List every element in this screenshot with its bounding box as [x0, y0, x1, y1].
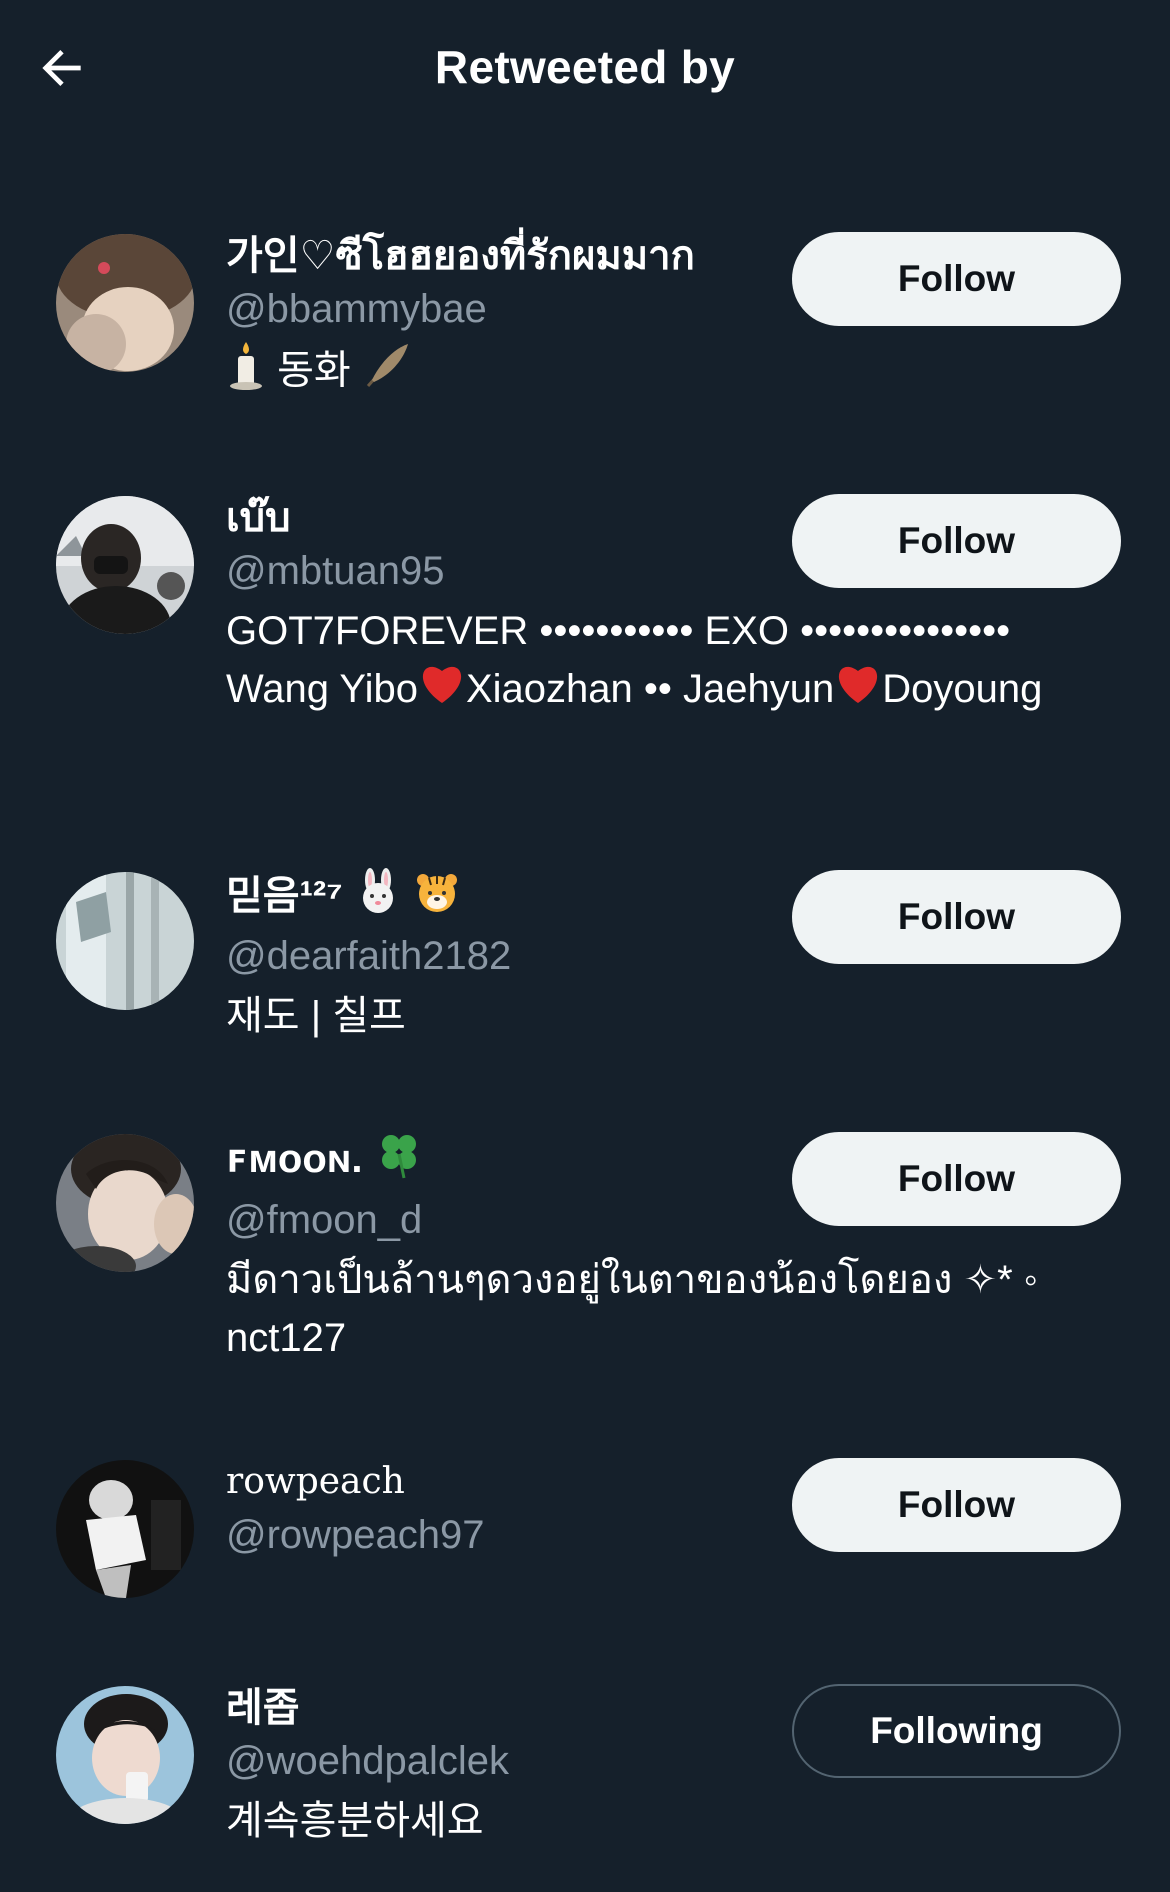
follow-button[interactable]: Follow [792, 1458, 1121, 1552]
avatar[interactable] [56, 1686, 194, 1824]
user-bio: มีดาวเป็นล้านๆดวงอยู่ในตาของน้องโดยอง ✧*… [226, 1258, 1038, 1360]
avatar[interactable] [56, 1134, 194, 1272]
avatar[interactable] [56, 234, 194, 372]
user-handle: @bbammybae [226, 287, 487, 331]
avatar[interactable] [56, 496, 194, 634]
red-heart-icon [418, 661, 466, 721]
user-display-name: 믿음¹²⁷ [226, 868, 786, 929]
candle-icon [226, 340, 266, 406]
list-item[interactable]: เบ๊บ @mbtuan95 GOT7FOREVER ••••••••••• E… [0, 472, 1170, 848]
list-item[interactable]: rowpeach @rowpeach97 Follow [0, 1436, 1170, 1662]
avatar[interactable] [56, 872, 194, 1010]
list-item[interactable]: 레좁 @woehdpalclek 계속흥분하세요 Following [0, 1662, 1170, 1892]
red-heart-icon [834, 661, 882, 721]
tiger-face-icon [413, 868, 461, 929]
user-display-name: เบ๊บ [226, 496, 291, 540]
user-bio: GOT7FOREVER ••••••••••• EXO ••••••••••••… [226, 602, 1056, 721]
feather-icon [362, 340, 412, 406]
retweeters-list: 가인♡ซีโฮฮยองที่รักผมมาก @bbammybae 동화 Fol… [0, 210, 1170, 1892]
top-bar: Retweeted by [0, 0, 1170, 140]
user-display-name: rowpeach [226, 1461, 405, 1502]
user-display-name: 레좁 [226, 1686, 300, 1730]
user-bio: 재도 | 칠프 [226, 994, 406, 1038]
user-display-name: 가인♡ซีโฮฮยองที่รักผมมาก [226, 234, 695, 278]
follow-button[interactable]: Follow [792, 870, 1121, 964]
list-item[interactable]: 믿음¹²⁷ @dearfaith2182 재도 | 칠프 Follow [0, 848, 1170, 1110]
user-handle: @dearfaith2182 [226, 934, 512, 978]
follow-button[interactable]: Follow [792, 1132, 1121, 1226]
four-leaf-clover-icon [374, 1130, 424, 1193]
user-handle: @fmoon_d [226, 1198, 423, 1242]
user-bio: 동화 [226, 340, 1056, 406]
page-title: Retweeted by [434, 41, 736, 93]
rabbit-face-icon [354, 868, 402, 929]
user-handle: @rowpeach97 [226, 1513, 485, 1557]
user-handle: @mbtuan95 [226, 549, 445, 593]
avatar[interactable] [56, 1460, 194, 1598]
list-item[interactable]: ꜰᴍᴏᴏɴ. @fmoon_d มีดาวเป็นล้านๆดวงอยู่ในต… [0, 1110, 1170, 1436]
user-display-name: ꜰᴍᴏᴏɴ. [226, 1130, 786, 1193]
user-handle: @woehdpalclek [226, 1739, 509, 1783]
following-button[interactable]: Following [792, 1684, 1121, 1778]
follow-button[interactable]: Follow [792, 232, 1121, 326]
follow-button[interactable]: Follow [792, 494, 1121, 588]
list-item[interactable]: 가인♡ซีโฮฮยองที่รักผมมาก @bbammybae 동화 Fol… [0, 210, 1170, 472]
user-bio: 계속흥분하세요 [226, 1799, 484, 1843]
